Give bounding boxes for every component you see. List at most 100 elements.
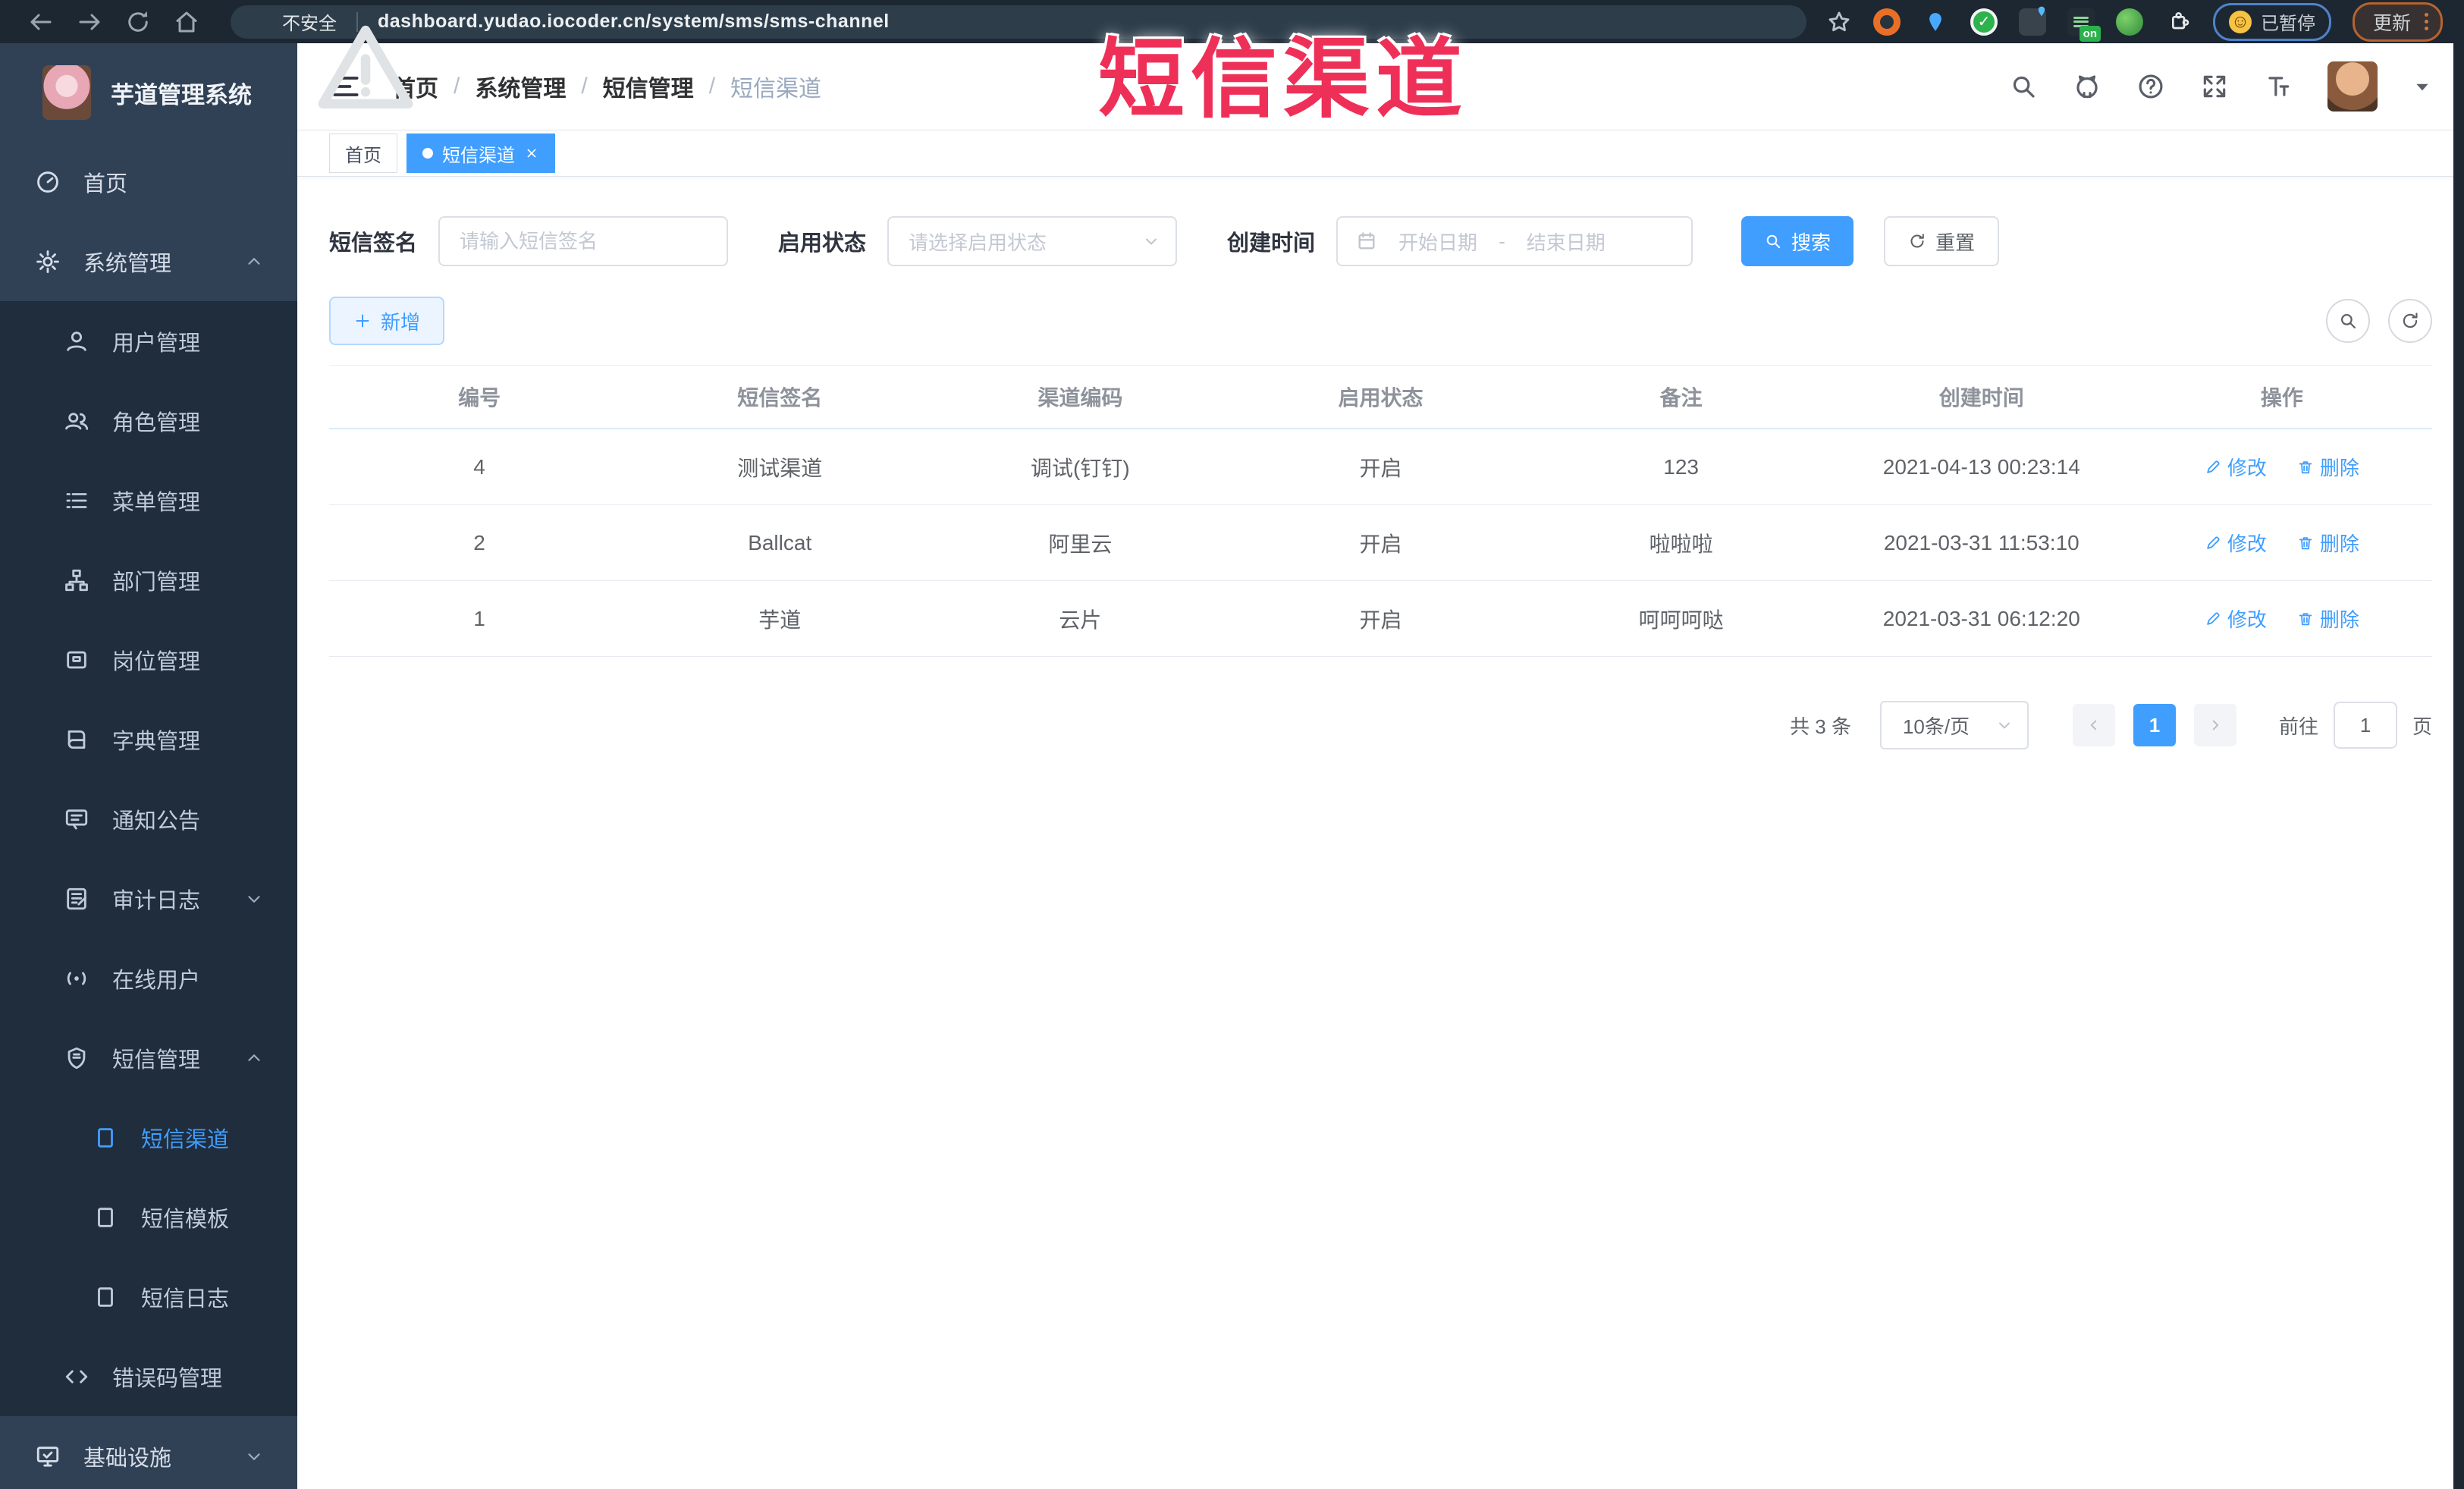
location-pin-icon[interactable] — [1922, 8, 1949, 36]
address-bar[interactable]: 不安全 dashboard.yudao.iocoder.cn/system/sm… — [231, 5, 1806, 39]
sms-shield-icon — [64, 1045, 89, 1071]
cell-code: 云片 — [930, 580, 1231, 657]
chevron-down-icon — [1995, 716, 2014, 734]
vpn-on-icon[interactable]: on — [2067, 8, 2101, 42]
next-page-button[interactable] — [2193, 704, 2236, 746]
page-1-button[interactable]: 1 — [2133, 704, 2176, 746]
sidebar-item-audit-log[interactable]: 审计日志 — [0, 859, 297, 938]
sidebar-item-label: 短信管理 — [112, 1048, 201, 1073]
kebab-menu-icon[interactable] — [2425, 10, 2428, 33]
reset-button[interactable]: 重置 — [1884, 216, 2000, 266]
sidebar-item-sms-template[interactable]: 短信模板 — [0, 1177, 297, 1257]
sidebar-menu: 首页系统管理 用户管理 角色管理 菜单管理 部门管理 岗位管理 字典管理 通知公告审计日志在线… — [0, 142, 297, 1489]
status-select[interactable]: 请选择启用状态 — [887, 216, 1178, 266]
online-signal-icon — [64, 966, 89, 991]
toggle-search-button[interactable] — [2326, 299, 2370, 343]
announcement-icon — [64, 806, 89, 832]
sidebar-item-dept-management[interactable]: 部门管理 — [0, 540, 297, 620]
sidebar-item-sms-channel[interactable]: 短信渠道 — [0, 1098, 297, 1177]
sidebar-item-user-management[interactable]: 用户管理 — [0, 301, 297, 381]
prev-page-button[interactable] — [2072, 704, 2115, 746]
forward-icon[interactable] — [76, 8, 103, 36]
sidebar-item-infrastructure[interactable]: 基础设施 — [0, 1416, 297, 1489]
status-placeholder: 请选择启用状态 — [909, 231, 1047, 254]
smiley-avatar-icon: ☺ — [2228, 10, 2252, 33]
user-icon — [64, 328, 89, 354]
refresh-button[interactable] — [2388, 299, 2432, 343]
page-header: 首页 / 系统管理 / 短信管理 / 短信渠道 — [297, 43, 2464, 130]
chevron-down-icon — [244, 1447, 264, 1466]
delete-link[interactable]: 删除 — [2297, 529, 2359, 557]
range-separator: - — [1499, 229, 1505, 253]
sign-input[interactable] — [438, 216, 729, 266]
sidebar-item-label: 首页 — [83, 171, 128, 196]
sidebar-item-notice-announcement[interactable]: 通知公告 — [0, 779, 297, 859]
breadcrumb-item[interactable]: 系统管理 — [475, 70, 566, 103]
fullscreen-icon[interactable] — [2200, 72, 2229, 101]
sidebar-item-dict-management[interactable]: 字典管理 — [0, 699, 297, 779]
sidebar-item-system-management[interactable]: 系统管理 — [0, 221, 297, 301]
time-label: 创建时间 — [1227, 231, 1316, 256]
date-range-picker[interactable]: 开始日期 - 结束日期 — [1336, 216, 1693, 266]
font-size-icon[interactable] — [2264, 72, 2293, 101]
sidebar-item-sms-log[interactable]: 短信日志 — [0, 1257, 297, 1337]
app-logo — [42, 65, 91, 120]
edit-link[interactable]: 修改 — [2205, 453, 2267, 481]
column-header: 创建时间 — [1831, 365, 2132, 429]
table-row: 2 Ballcat 阿里云 开启 啦啦啦 2021-03-31 11:53:10 修改 删除 — [329, 504, 2432, 581]
cell-status: 开启 — [1230, 504, 1531, 581]
avatar[interactable] — [2327, 61, 2378, 112]
breadcrumb-item[interactable]: 短信管理 — [603, 70, 694, 103]
sidebar-item-post-management[interactable]: 岗位管理 — [0, 620, 297, 699]
page-scrollbar[interactable] — [2453, 43, 2464, 1489]
sidebar-item-menu-management[interactable]: 菜单管理 — [0, 460, 297, 540]
add-button[interactable]: 新增 — [329, 297, 445, 345]
back-icon[interactable] — [27, 8, 55, 36]
cell-created: 2021-03-31 06:12:20 — [1831, 580, 2132, 657]
goto-page-input[interactable] — [2333, 702, 2397, 749]
paused-profile-chip[interactable]: ☺ 已暂停 — [2212, 2, 2331, 41]
ubuntu-icon[interactable] — [1872, 8, 1901, 36]
cell-status: 开启 — [1230, 580, 1531, 657]
sidebar-item-error-code-management[interactable]: 错误码管理 — [0, 1337, 297, 1416]
caret-down-icon[interactable] — [2412, 77, 2432, 96]
not-secure-label[interactable]: 不安全 — [282, 8, 337, 35]
check-shield-icon[interactable]: ✓ — [1970, 8, 1998, 36]
tab-短信渠道[interactable]: 短信渠道 — [406, 134, 555, 173]
reload-icon[interactable] — [124, 8, 152, 36]
cell-id: 4 — [329, 429, 630, 505]
close-icon[interactable] — [524, 146, 539, 161]
edit-link[interactable]: 修改 — [2205, 529, 2267, 557]
help-icon[interactable] — [2136, 72, 2165, 101]
search-icon[interactable] — [2009, 72, 2038, 101]
sidebar-item-role-management[interactable]: 角色管理 — [0, 381, 297, 460]
dictionary-icon — [64, 727, 89, 752]
downloads-drop-icon[interactable] — [2018, 8, 2046, 36]
warning-icon[interactable] — [252, 11, 273, 33]
edit-link[interactable]: 修改 — [2205, 605, 2267, 633]
chevron-down-icon — [1142, 232, 1160, 250]
sidebar-item-online-users[interactable]: 在线用户 — [0, 938, 297, 1018]
url-text[interactable]: dashboard.yudao.iocoder.cn/system/sms/sm… — [378, 11, 890, 33]
delete-link[interactable]: 删除 — [2297, 605, 2359, 633]
bookmark-star-icon[interactable] — [1826, 9, 1852, 35]
extensions-puzzle-icon[interactable] — [2164, 8, 2192, 36]
github-icon[interactable] — [2073, 72, 2101, 101]
sidebar-item-home[interactable]: 首页 — [0, 142, 297, 221]
gear-icon — [35, 249, 61, 275]
sidebar-item-label: 审计日志 — [112, 888, 201, 913]
code-icon — [64, 1364, 89, 1390]
delete-link[interactable]: 删除 — [2297, 453, 2359, 481]
goto-page: 前往 页 — [2279, 702, 2432, 749]
menu-list-icon — [64, 488, 89, 514]
tab-label: 首页 — [345, 145, 381, 166]
tab-首页[interactable]: 首页 — [329, 134, 397, 173]
sidebar-item-sms-management[interactable]: 短信管理 — [0, 1018, 297, 1098]
document-icon — [93, 1284, 118, 1310]
home-icon[interactable] — [173, 8, 200, 36]
page-size-select[interactable]: 10条/页 — [1879, 701, 2029, 749]
sprout-icon[interactable] — [2115, 8, 2143, 36]
browser-update-button[interactable]: 更新 — [2352, 2, 2443, 42]
search-button[interactable]: 搜索 — [1741, 216, 1854, 266]
cell-remark: 啦啦啦 — [1530, 504, 1832, 581]
